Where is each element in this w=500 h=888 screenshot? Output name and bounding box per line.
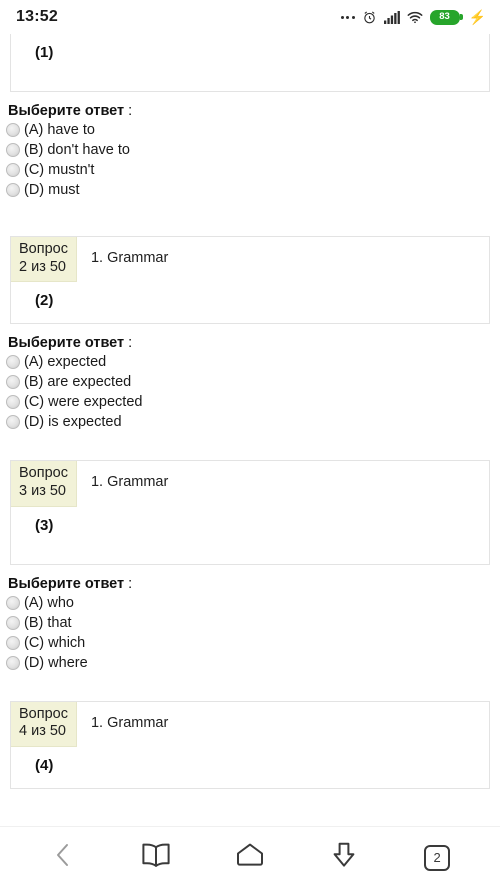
- answers-title-suffix: :: [124, 335, 133, 352]
- answer-option[interactable]: (A) have to: [6, 120, 500, 140]
- answers-title-suffix: :: [124, 575, 133, 592]
- answer-option-label: (B) are expected: [24, 374, 132, 391]
- tab-switcher-button[interactable]: 2: [414, 835, 460, 881]
- question-counter-line2: 4 из 50: [19, 723, 66, 740]
- question-counter-badge: Вопрос 3 из 50: [11, 461, 77, 507]
- answer-option-label: (A) have to: [24, 121, 95, 138]
- question-header: Вопрос 2 из 50 1. Grammar: [11, 237, 489, 283]
- answers-block: Выберите ответ : (A) have to (B) don't h…: [0, 92, 500, 200]
- question-list: (1) Выберите ответ : (A) have to (B) don…: [0, 34, 500, 790]
- question-counter-line2: 2 из 50: [19, 258, 66, 275]
- radio-icon[interactable]: [6, 375, 20, 390]
- answer-option[interactable]: (C) mustn't: [6, 160, 500, 180]
- question-number: (3): [35, 516, 54, 534]
- home-icon: [235, 842, 265, 873]
- downloads-button[interactable]: [321, 835, 367, 881]
- radio-icon[interactable]: [6, 415, 20, 430]
- radio-icon[interactable]: [6, 143, 20, 157]
- question-counter-line1: Вопрос: [19, 465, 68, 482]
- more-dots-icon: [340, 15, 355, 19]
- charging-bolt-icon: ⚡: [468, 9, 486, 25]
- answer-option-label: (C) were expected: [24, 394, 143, 411]
- radio-icon[interactable]: [6, 183, 20, 197]
- question-counter-line1: Вопрос: [19, 705, 68, 722]
- answer-option-label: (D) where: [24, 654, 88, 671]
- radio-icon[interactable]: [6, 163, 20, 177]
- home-button[interactable]: [227, 835, 273, 881]
- answer-option-label: (B) that: [24, 614, 72, 631]
- tab-count-badge: 2: [424, 844, 451, 871]
- radio-icon[interactable]: [6, 635, 20, 650]
- radio-icon[interactable]: [6, 355, 20, 370]
- browser-page: 13:52 83 ⚡ (1) Выберите ответ: (A) have…: [0, 0, 500, 888]
- battery-level: 83: [439, 11, 450, 23]
- answer-option-label: (C) which: [24, 634, 86, 651]
- bookmarks-button[interactable]: [133, 835, 179, 881]
- answer-option-label: (D) must: [24, 181, 80, 198]
- answers-title-bold: Выберите ответ: [8, 335, 125, 352]
- page-content[interactable]: (1) Выберите ответ : (A) have to (B) don…: [0, 34, 500, 826]
- answer-option-label: (A) who: [24, 594, 74, 611]
- back-button[interactable]: [40, 835, 86, 881]
- question-number: (2): [35, 292, 54, 310]
- answers-title: Выберите ответ :: [6, 576, 500, 592]
- answer-option[interactable]: (A) expected: [6, 352, 500, 372]
- answers-title: Выберите ответ :: [6, 103, 500, 119]
- answers-title: Выберите ответ :: [6, 335, 500, 351]
- answer-option[interactable]: (D) must: [6, 180, 500, 200]
- question-counter-badge: Вопрос 2 из 50: [11, 237, 77, 283]
- answer-option[interactable]: (B) that: [6, 613, 500, 633]
- question-counter-line1: Вопрос: [19, 241, 68, 257]
- question-card: Вопрос 4 из 50 1. Grammar (4): [10, 700, 490, 790]
- alarm-clock-icon: [362, 10, 377, 25]
- question-card: (1): [10, 34, 490, 92]
- question-topic: 1. Grammar: [90, 474, 169, 491]
- question-header: Вопрос 4 из 50 1. Grammar: [11, 701, 489, 748]
- radio-icon[interactable]: [6, 655, 20, 670]
- answer-option[interactable]: (D) where: [6, 653, 500, 673]
- answer-option-label: (C) mustn't: [24, 161, 95, 178]
- question-number: (1): [35, 44, 54, 61]
- answers-title-bold: Выберите ответ: [8, 575, 125, 592]
- status-icons: 83 ⚡: [340, 9, 486, 25]
- radio-icon[interactable]: [6, 615, 20, 630]
- question-topic: 1. Grammar: [90, 714, 169, 731]
- question-topic: 1. Grammar: [90, 250, 169, 266]
- answer-option-label: (A) expected: [24, 354, 107, 371]
- answer-option-label: (B) don't have to: [24, 141, 130, 158]
- radio-icon[interactable]: [6, 395, 20, 410]
- answer-option[interactable]: (A) who: [6, 593, 500, 613]
- question-header: Вопрос 3 из 50 1. Grammar: [11, 461, 489, 507]
- wifi-icon: [407, 11, 423, 24]
- book-icon: [141, 842, 171, 873]
- question-number: (4): [35, 757, 54, 775]
- question-counter-line2: 3 из 50: [19, 483, 66, 500]
- browser-navigation-bar: 2: [0, 826, 500, 888]
- answer-option[interactable]: (C) which: [6, 633, 500, 653]
- answers-title-suffix: :: [124, 103, 133, 119]
- answer-option-label: (D) is expected: [24, 414, 122, 431]
- question-counter-badge: Вопрос 4 из 50: [11, 701, 77, 748]
- answers-block: Выберите ответ : (A) who (B) that (C) wh…: [0, 565, 500, 673]
- answers-title-bold: Выберите ответ: [8, 103, 125, 119]
- radio-icon[interactable]: [6, 123, 20, 137]
- back-icon: [52, 842, 74, 873]
- answer-option[interactable]: (D) is expected: [6, 412, 500, 432]
- status-time: 13:52: [16, 8, 58, 25]
- answers-block: Выберите ответ : (A) expected (B) are ex…: [0, 324, 500, 432]
- question-card: Вопрос 2 из 50 1. Grammar (2): [10, 236, 490, 325]
- answer-option[interactable]: (C) were expected: [6, 392, 500, 412]
- answer-option[interactable]: (B) are expected: [6, 372, 500, 392]
- battery-icon: 83: [429, 9, 463, 25]
- download-icon: [330, 841, 358, 874]
- answer-option[interactable]: (B) don't have to: [6, 140, 500, 160]
- question-card: Вопрос 3 из 50 1. Grammar (3): [10, 460, 490, 565]
- radio-icon[interactable]: [6, 595, 20, 610]
- status-bar: 13:52 83 ⚡: [0, 0, 500, 34]
- signal-bars-icon: [383, 10, 400, 24]
